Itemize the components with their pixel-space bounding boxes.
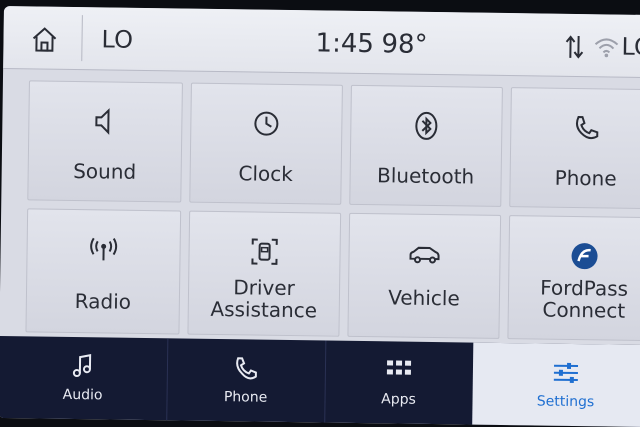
nav-audio[interactable]: Audio bbox=[0, 335, 169, 421]
nav-label: Apps bbox=[381, 391, 416, 408]
nav-phone[interactable]: Phone bbox=[166, 338, 327, 423]
tile-vehicle[interactable]: Vehicle bbox=[347, 212, 502, 339]
clock-time: 1:45 bbox=[315, 28, 375, 60]
music-note-icon bbox=[72, 354, 92, 378]
tile-label-line2: Connect bbox=[542, 297, 626, 323]
speaker-icon bbox=[95, 108, 110, 135]
nav-apps[interactable]: Apps bbox=[324, 340, 475, 425]
sort-arrows-icon bbox=[565, 35, 584, 59]
settings-grid: Sound Clock Bluetooth Phone Radio Driver… bbox=[0, 68, 640, 398]
tile-fordpass-connect[interactable]: FordPass Connect bbox=[507, 215, 640, 342]
bottom-nav-bar: Audio Phone Apps Settings bbox=[0, 335, 640, 427]
home-icon[interactable] bbox=[29, 24, 59, 54]
tile-label-line1: FordPass bbox=[540, 275, 629, 301]
apps-grid-icon bbox=[386, 360, 412, 375]
phone-icon bbox=[575, 116, 599, 140]
tile-driver-assistance[interactable]: Driver Assistance bbox=[187, 210, 342, 337]
wifi-icon bbox=[594, 38, 619, 58]
sliders-icon bbox=[553, 362, 579, 383]
tile-radio[interactable]: Radio bbox=[25, 208, 182, 335]
nav-settings[interactable]: Settings bbox=[472, 342, 640, 427]
status-bar: LO 1:45 98° LO bbox=[3, 6, 640, 79]
climate-left-temp[interactable]: LO bbox=[101, 25, 133, 53]
tile-phone[interactable]: Phone bbox=[509, 87, 640, 210]
tile-clock[interactable]: Clock bbox=[189, 82, 343, 205]
outside-temperature: 98° bbox=[381, 29, 428, 60]
tile-label: Vehicle bbox=[388, 285, 460, 311]
tile-label-line2: Assistance bbox=[210, 296, 318, 323]
phone-icon bbox=[236, 357, 257, 380]
nav-label: Audio bbox=[62, 386, 103, 404]
infotainment-screen: LO 1:45 98° LO Sound Clock Bluetooth Pho… bbox=[0, 6, 640, 427]
car-icon bbox=[409, 246, 440, 264]
tile-label: Sound bbox=[73, 158, 137, 184]
tile-label: Phone bbox=[554, 165, 617, 191]
tile-label: Radio bbox=[74, 289, 132, 314]
tile-bluetooth[interactable]: Bluetooth bbox=[349, 84, 503, 207]
radio-antenna-icon bbox=[90, 237, 118, 261]
fordpass-icon bbox=[571, 243, 598, 270]
clock-icon bbox=[254, 111, 279, 136]
nav-label: Phone bbox=[223, 389, 268, 406]
tile-label: Clock bbox=[238, 161, 294, 187]
bluetooth-icon bbox=[415, 111, 438, 140]
tile-label: Bluetooth bbox=[376, 163, 475, 189]
driver-assist-icon bbox=[251, 238, 278, 265]
tile-sound[interactable]: Sound bbox=[27, 80, 183, 203]
status-divider bbox=[81, 15, 83, 62]
climate-right-temp[interactable]: LO bbox=[621, 33, 640, 61]
nav-label: Settings bbox=[536, 393, 595, 411]
